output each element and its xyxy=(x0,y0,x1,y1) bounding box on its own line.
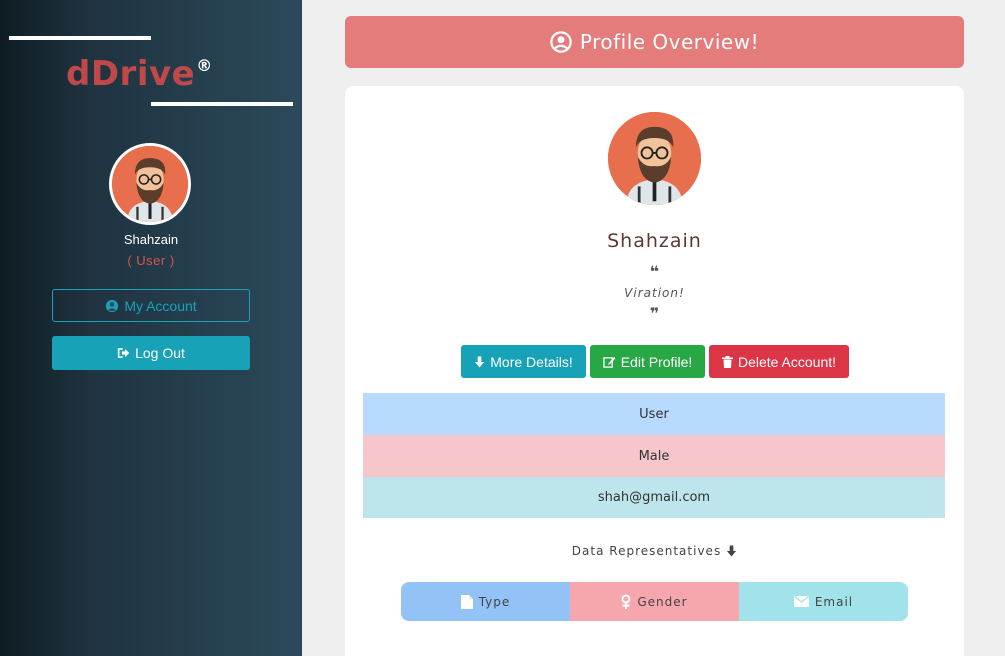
brand-logo[interactable]: dDrive® xyxy=(66,54,213,94)
legend-gender-label: Gender xyxy=(637,594,688,609)
brand-mark: ® xyxy=(196,56,213,75)
legend-email-label: Email xyxy=(814,594,854,609)
profile-details-table: User Male shah@gmail.com xyxy=(363,393,945,518)
more-details-button[interactable]: More Details! xyxy=(461,345,586,378)
profile-email-value: shah@gmail.com xyxy=(597,490,711,505)
data-legend: Type Gender Email xyxy=(401,582,908,621)
delete-account-label: Delete Account! xyxy=(737,353,837,370)
logout-icon xyxy=(117,348,130,358)
data-representatives-label: Data Representatives xyxy=(345,544,964,558)
user-circle-icon xyxy=(106,299,119,312)
sidebar-user-name: Shahzain xyxy=(123,232,179,247)
more-details-label: More Details! xyxy=(490,353,573,370)
profile-email-row: shah@gmail.com xyxy=(363,477,945,518)
profile-overview-header: Profile Overview! xyxy=(345,16,964,68)
avatar-illustration xyxy=(608,112,701,205)
user-circle-icon xyxy=(550,31,572,53)
trash-icon xyxy=(721,355,733,368)
profile-avatar xyxy=(608,112,701,205)
sidebar-avatar xyxy=(109,143,191,225)
my-account-label: My Account xyxy=(124,297,197,314)
logo-divider-bottom xyxy=(151,102,293,106)
my-account-button[interactable]: My Account xyxy=(52,289,250,322)
arrow-down-icon xyxy=(727,545,737,557)
profile-name: Shahzain xyxy=(607,230,702,252)
legend-type-label: Type xyxy=(478,594,511,609)
brand-name: dDrive xyxy=(66,54,196,94)
profile-type-value: User xyxy=(639,406,669,422)
sidebar-user-role: ( User ) xyxy=(127,253,175,268)
logo-divider-top xyxy=(9,36,151,40)
profile-actions: More Details! Edit Profile! Delete Accou… xyxy=(461,345,849,378)
profile-bio: Viration! xyxy=(624,286,685,300)
arrow-down-icon xyxy=(475,356,485,367)
page-title: Profile Overview! xyxy=(579,30,760,54)
quote-close-icon: ❞ xyxy=(649,304,660,323)
profile-card: Shahzain ❝ Viration! ❞ More Details! Edi… xyxy=(345,86,964,656)
legend-gender: Gender xyxy=(570,582,739,621)
female-icon xyxy=(621,594,631,609)
delete-account-button[interactable]: Delete Account! xyxy=(709,345,849,378)
edit-profile-button[interactable]: Edit Profile! xyxy=(590,345,705,378)
logout-label: Log Out xyxy=(135,345,185,361)
quote-open-icon: ❝ xyxy=(649,262,660,281)
sidebar: dDrive® Shahzain ( User ) My Account Log… xyxy=(0,0,302,656)
profile-type-row: User xyxy=(363,393,945,435)
profile-gender-row: Male xyxy=(363,435,945,477)
data-representatives-text: Data Representatives xyxy=(571,544,722,558)
envelope-icon xyxy=(793,596,809,607)
edit-icon xyxy=(603,356,616,368)
avatar-illustration xyxy=(112,146,188,222)
profile-gender-value: Male xyxy=(638,448,670,464)
legend-email: Email xyxy=(739,582,908,621)
legend-type: Type xyxy=(401,582,570,621)
edit-profile-label: Edit Profile! xyxy=(620,353,693,370)
file-icon xyxy=(460,594,473,609)
logout-button[interactable]: Log Out xyxy=(52,336,250,370)
